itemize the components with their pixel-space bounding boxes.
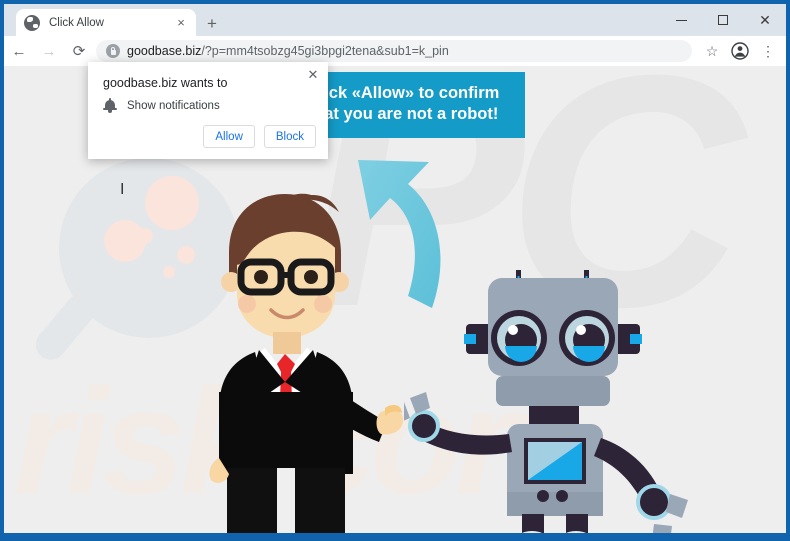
avatar-glyph [731, 42, 749, 60]
globe-icon [24, 15, 40, 31]
robot-character [404, 256, 704, 533]
banner-line-1: Click «Allow» to confirm [328, 83, 525, 104]
forward-button[interactable]: → [34, 36, 64, 66]
dialog-buttons: Allow Block [203, 125, 316, 148]
dialog-title: goodbase.biz wants to [103, 76, 227, 90]
new-tab-button[interactable]: + [202, 15, 222, 35]
lock-icon [106, 44, 120, 58]
close-icon: ✕ [759, 13, 771, 27]
profile-avatar-icon[interactable] [726, 37, 754, 65]
magnifier-blob [137, 228, 153, 244]
permission-row: Show notifications [103, 98, 220, 113]
bell-icon [103, 98, 117, 113]
url-text: goodbase.biz/?p=mm4tsobzg45gi3bpgi2tena&… [127, 44, 449, 58]
maximize-button[interactable] [702, 4, 744, 36]
window-controls: ✕ [660, 4, 786, 36]
browser-tab[interactable]: Click Allow × [16, 9, 196, 36]
url-path: /?p=mm4tsobzg45gi3bpgi2tena&sub1=k_pin [201, 44, 448, 58]
block-button[interactable]: Block [264, 125, 316, 148]
url-host: goodbase.biz [127, 44, 201, 58]
tab-title: Click Allow [49, 17, 174, 29]
maximize-icon [718, 15, 728, 25]
tab-close-icon[interactable]: × [174, 16, 188, 30]
address-bar[interactable]: goodbase.biz/?p=mm4tsobzg45gi3bpgi2tena&… [96, 40, 692, 62]
dialog-close-icon[interactable]: ✕ [304, 66, 322, 84]
allow-button[interactable]: Allow [203, 125, 254, 148]
text-cursor: I [120, 182, 128, 200]
back-button[interactable]: ← [4, 36, 34, 66]
toolbar-actions: ☆ ⋮ [698, 37, 786, 65]
banner-line-2: that you are not a robot! [328, 104, 525, 125]
permission-label: Show notifications [127, 100, 220, 112]
page-banner: Click «Allow» to confirm that you are no… [328, 72, 525, 138]
menu-kebab-icon[interactable]: ⋮ [754, 37, 782, 65]
magnifier-blob [163, 266, 175, 278]
tab-strip: Click Allow × + ✕ [4, 4, 786, 36]
browser-window: Click Allow × + ✕ ← → ⟳ goodbase.biz/?p=… [0, 0, 790, 541]
minimize-icon [676, 20, 687, 21]
businessman-character [189, 186, 404, 533]
bookmark-star-icon[interactable]: ☆ [698, 37, 726, 65]
minimize-button[interactable] [660, 4, 702, 36]
notification-permission-dialog: ✕ goodbase.biz wants to Show notificatio… [88, 62, 328, 159]
window-close-button[interactable]: ✕ [744, 4, 786, 36]
